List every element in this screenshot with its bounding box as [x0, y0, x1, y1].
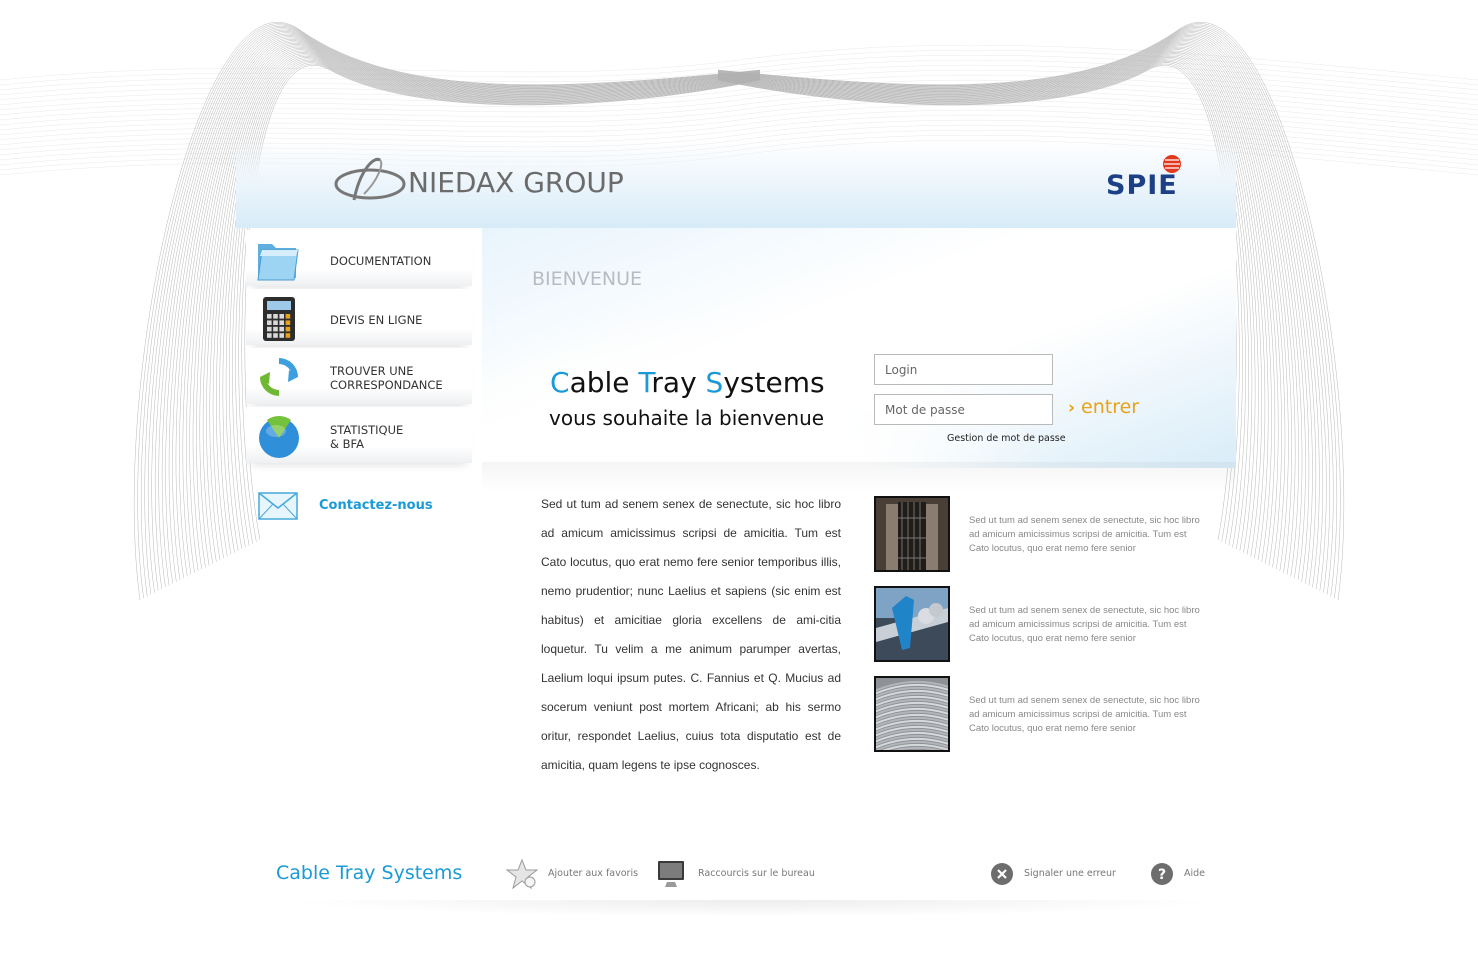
help-button[interactable]: ? Aide — [1150, 858, 1220, 890]
help-label: Aide — [1184, 868, 1206, 879]
title-part-able: able — [569, 366, 639, 399]
cable-shaft-image — [876, 498, 948, 570]
envelope-icon[interactable] — [258, 492, 298, 520]
page: NIEDAX GROUP SPIE DOCUMENTATION DEVIS EN… — [0, 0, 1478, 954]
title-part-ystems: ystems — [723, 366, 825, 399]
welcome-heading: BIENVENUE — [532, 268, 642, 290]
nav-label-line2: CORRESPONDANCE — [330, 378, 443, 392]
nav-item-statistique[interactable]: STATISTIQUE & BFA — [246, 407, 472, 463]
title-initial-t: T — [638, 366, 652, 399]
enter-button-label: entrer — [1081, 396, 1140, 418]
thumbnail-caption-3: Sed ut tum ad senem senex de senectute, … — [969, 695, 1200, 734]
welcome-panel — [482, 228, 1236, 468]
welcome-panel-shadow — [482, 462, 1236, 492]
thumbnail-cable-shaft[interactable] — [874, 496, 950, 572]
star-icon — [506, 858, 538, 890]
cable-tray-image — [876, 588, 948, 660]
folder-icon — [257, 244, 299, 281]
title-part-ray: ray — [651, 366, 706, 399]
spie-brand[interactable]: SPIE — [1106, 170, 1178, 201]
title-initial-c: C — [550, 366, 570, 399]
intro-paragraph: Sed ut tum ad senem senex de senectute, … — [541, 497, 841, 772]
desktop-shortcut-button[interactable]: Raccourcis sur le bureau — [656, 858, 815, 890]
report-error-button[interactable]: Signaler une erreur — [990, 858, 1120, 890]
cable-tray-systems-title: Cable Tray Systems — [550, 366, 825, 399]
niedax-group-brand[interactable]: NIEDAX GROUP — [408, 166, 624, 199]
monitor-icon — [658, 861, 684, 887]
login-input[interactable] — [874, 354, 1053, 385]
nav-label-line2: & BFA — [330, 437, 364, 451]
report-error-label: Signaler une erreur — [1024, 868, 1116, 879]
refresh-arrows-icon — [260, 358, 298, 396]
desktop-shortcut-label: Raccourcis sur le bureau — [698, 868, 815, 879]
nav-item-trouver-correspondance[interactable]: TROUVER UNE CORRESPONDANCE — [246, 348, 472, 404]
nav-item-devis-en-ligne[interactable]: DEVIS EN LIGNE — [246, 289, 472, 345]
contact-us-link[interactable]: Contactez-nous — [319, 498, 433, 513]
nav-label-trouver-correspondance: TROUVER UNE CORRESPONDANCE — [330, 364, 443, 392]
thumbnail-caption-2: Sed ut tum ad senem senex de senectute, … — [969, 605, 1200, 644]
enter-button[interactable]: › entrer — [1068, 396, 1139, 418]
close-circle-icon — [991, 863, 1013, 885]
password-input[interactable] — [874, 394, 1053, 425]
welcome-subtitle: vous souhaite la bienvenue — [549, 406, 825, 430]
nav-label-documentation: DOCUMENTATION — [330, 254, 432, 268]
password-management-link[interactable]: Gestion de mot de passe — [947, 433, 1066, 444]
cable-coil-image — [876, 678, 948, 750]
nav-item-documentation[interactable]: DOCUMENTATION — [246, 230, 472, 286]
footer-brand-link[interactable]: Cable Tray Systems — [276, 862, 462, 884]
nav-label-devis-en-ligne: DEVIS EN LIGNE — [330, 313, 423, 327]
calculator-icon — [263, 297, 295, 341]
thumbnail-cable-tray[interactable] — [874, 586, 950, 662]
pie-chart-icon — [259, 416, 299, 458]
add-to-favorites-button[interactable]: Ajouter aux favoris — [506, 858, 639, 890]
title-initial-s: S — [705, 366, 724, 399]
thumbnail-cable-coil[interactable] — [874, 676, 950, 752]
help-icon: ? — [1151, 863, 1173, 885]
chevron-right-icon: › — [1068, 398, 1076, 418]
add-to-favorites-label: Ajouter aux favoris — [548, 868, 639, 879]
svg-text:?: ? — [1158, 867, 1166, 883]
nav-label-line1: TROUVER UNE — [330, 364, 414, 378]
thumbnail-caption-1: Sed ut tum ad senem senex de senectute, … — [969, 515, 1200, 554]
nav-label-line1: STATISTIQUE — [330, 423, 404, 437]
footer-shadow — [290, 900, 1220, 934]
nav-label-statistique: STATISTIQUE & BFA — [330, 423, 403, 451]
